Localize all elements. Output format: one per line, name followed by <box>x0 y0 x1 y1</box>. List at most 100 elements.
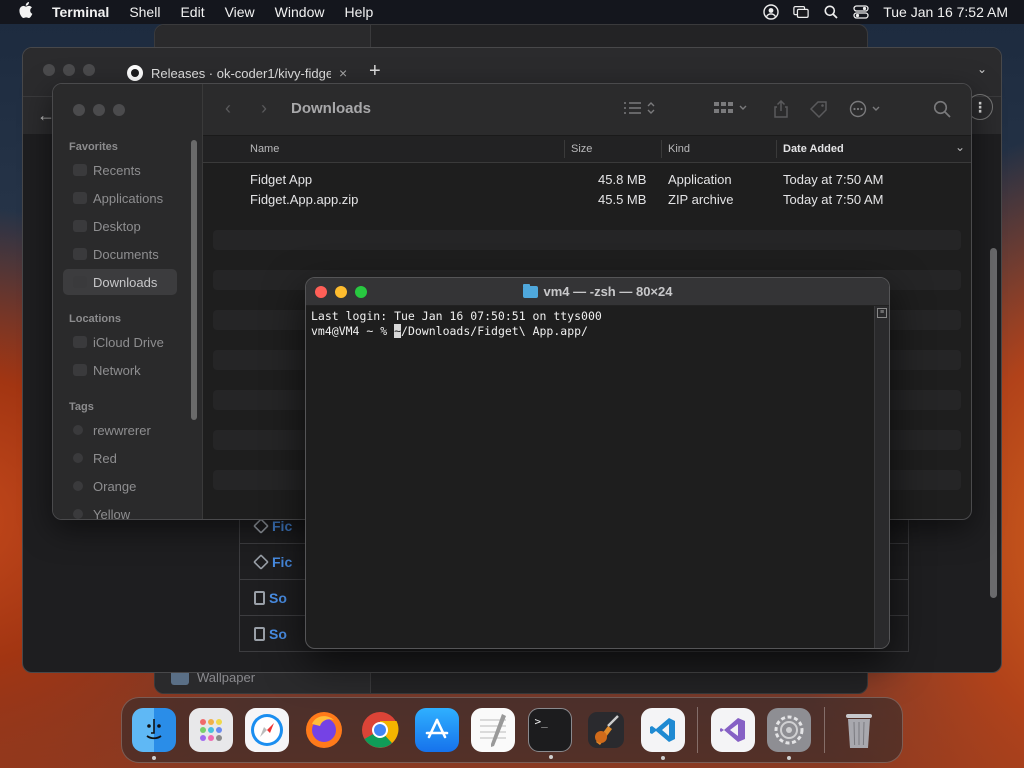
dock-launchpad-icon[interactable] <box>188 708 233 752</box>
finder-sidebar: Favorites Recents Applications Desktop D… <box>53 84 203 519</box>
close-window-button[interactable] <box>315 286 327 298</box>
dock-chrome-icon[interactable] <box>358 708 402 752</box>
minimize-window-button[interactable] <box>335 286 347 298</box>
file-size: 45.8 MB <box>598 172 647 187</box>
sort-chevron-icon[interactable]: ⌄ <box>955 140 965 154</box>
finder-title: Downloads <box>291 100 372 117</box>
folder-icon <box>522 283 538 298</box>
zip-file-icon <box>254 590 265 605</box>
terminal-prompt: vm4@VM4 ~ % <box>311 324 395 338</box>
tag-icon[interactable] <box>809 100 829 121</box>
sidebar-section-locations: Locations <box>69 313 121 325</box>
finder-window-controls[interactable] <box>73 104 125 116</box>
sidebar-tag-rewwrerer[interactable]: rewwrerer <box>63 417 177 443</box>
apple-menu-icon[interactable] <box>0 2 52 22</box>
release-asset-link[interactable]: Fic <box>272 518 292 534</box>
browser-window-controls[interactable] <box>43 64 95 76</box>
tag-icon <box>73 481 83 491</box>
zip-file-icon <box>254 626 265 641</box>
file-row[interactable]: Fidget App 45.8 MB Application Today at … <box>203 170 971 190</box>
sidebar-item-label: Applications <box>93 190 164 206</box>
sidebar-scrollbar[interactable] <box>191 140 197 420</box>
dock-trash-icon[interactable] <box>837 708 881 752</box>
sidebar-item-desktop[interactable]: Desktop <box>63 213 177 239</box>
sidebar-item-label: Network <box>93 362 141 378</box>
sidebar-tag-yellow[interactable]: Yellow <box>63 501 177 519</box>
terminal-title-bar[interactable]: vm4 — -zsh — 80×24 <box>306 278 889 306</box>
dock-system-settings-icon[interactable] <box>767 708 811 760</box>
terminal-scrollbar[interactable]: ≡ <box>874 306 889 648</box>
zoom-window-button[interactable] <box>355 286 367 298</box>
screen-mirroring-icon[interactable] <box>793 5 809 19</box>
tag-icon <box>73 509 83 519</box>
file-name: Fidget App <box>250 172 313 187</box>
clock-icon <box>73 164 87 176</box>
column-header-kind[interactable]: Kind <box>668 143 690 155</box>
terminal-window: vm4 — -zsh — 80×24 Last login: Tue Jan 1… <box>305 277 890 649</box>
file-date-added: Today at 7:50 AM <box>783 172 884 187</box>
menu-bar: Terminal Shell Edit View Window Help Tue… <box>0 0 1024 24</box>
user-icon[interactable] <box>763 4 779 20</box>
sidebar-item-applications[interactable]: Applications <box>63 185 177 211</box>
finder-forward-button[interactable]: › <box>261 98 267 119</box>
column-header-name[interactable]: Name <box>250 143 279 155</box>
sidebar-tag-red[interactable]: Red <box>63 445 177 471</box>
menu-window[interactable]: Window <box>275 4 325 20</box>
sidebar-tag-orange[interactable]: Orange <box>63 473 177 499</box>
terminal-window-controls <box>315 286 367 298</box>
dock-separator <box>697 707 698 753</box>
release-asset-link[interactable]: Fic <box>272 554 292 570</box>
share-icon[interactable] <box>773 99 789 121</box>
browser-scrollbar[interactable] <box>990 248 997 598</box>
dock-textedit-icon[interactable] <box>471 708 515 752</box>
dock-firefox-icon[interactable] <box>302 708 346 752</box>
scroll-marker-icon[interactable]: ≡ <box>877 308 887 318</box>
menu-help[interactable]: Help <box>344 4 373 20</box>
dock-terminal-icon[interactable]: >_ <box>527 708 572 759</box>
tab-close-icon[interactable]: × <box>339 65 347 81</box>
package-icon <box>253 518 269 534</box>
dock-safari-icon[interactable] <box>245 708 289 752</box>
dock-visual-studio-icon[interactable] <box>710 708 755 752</box>
finder-toolbar: ‹ › Downloads <box>203 84 971 136</box>
dock-separator <box>823 707 825 753</box>
menu-shell[interactable]: Shell <box>129 4 160 20</box>
file-row[interactable]: Fidget.App.app.zip 45.5 MB ZIP archive T… <box>203 190 971 210</box>
terminal-command-text: /Downloads/Fidget\ App.app/ <box>401 324 588 338</box>
release-asset-link[interactable]: So <box>269 590 287 606</box>
column-header-date-added[interactable]: Date Added <box>783 143 844 155</box>
cloud-icon <box>73 336 87 348</box>
more-actions-icon[interactable] <box>849 100 885 121</box>
sidebar-item-documents[interactable]: Documents <box>63 241 177 267</box>
tab-list-chevron-icon[interactable]: ⌄ <box>977 62 987 76</box>
menu-view[interactable]: View <box>225 4 255 20</box>
sidebar-item-label: Downloads <box>93 274 158 290</box>
control-center-icon[interactable] <box>853 5 869 19</box>
search-icon[interactable] <box>933 100 951 121</box>
release-asset-link[interactable]: So <box>269 626 287 642</box>
finder-back-button[interactable]: ‹ <box>225 98 231 119</box>
dock: >_ <box>121 697 903 763</box>
menu-app-name[interactable]: Terminal <box>52 4 109 20</box>
sidebar-section-tags: Tags <box>69 401 94 413</box>
list-view-icon[interactable] <box>623 100 657 119</box>
menu-edit[interactable]: Edit <box>180 4 204 20</box>
menu-clock[interactable]: Tue Jan 16 7:52 AM <box>883 4 1008 20</box>
sidebar-item-downloads[interactable]: Downloads <box>63 269 177 295</box>
browser-tab-title: Releases · ok-coder1/kivy-fidget <box>151 65 331 81</box>
dock-app-store-icon[interactable] <box>414 708 459 752</box>
terminal-output[interactable]: Last login: Tue Jan 16 07:50:51 on ttys0… <box>306 306 876 648</box>
group-by-icon[interactable] <box>713 100 749 119</box>
sidebar-item-icloud-drive[interactable]: iCloud Drive <box>63 329 177 355</box>
new-tab-button[interactable]: + <box>369 60 381 83</box>
sidebar-item-label: Documents <box>93 246 159 262</box>
dock-garageband-icon[interactable] <box>584 708 628 752</box>
dock-finder-icon[interactable] <box>132 708 176 760</box>
column-header-size[interactable]: Size <box>571 143 592 155</box>
spotlight-search-icon[interactable] <box>823 5 839 19</box>
sidebar-item-recents[interactable]: Recents <box>63 157 177 183</box>
sidebar-item-network[interactable]: Network <box>63 357 177 383</box>
tag-icon <box>73 425 83 435</box>
file-name: Fidget.App.app.zip <box>250 192 359 207</box>
dock-vscode-icon[interactable] <box>640 708 685 760</box>
